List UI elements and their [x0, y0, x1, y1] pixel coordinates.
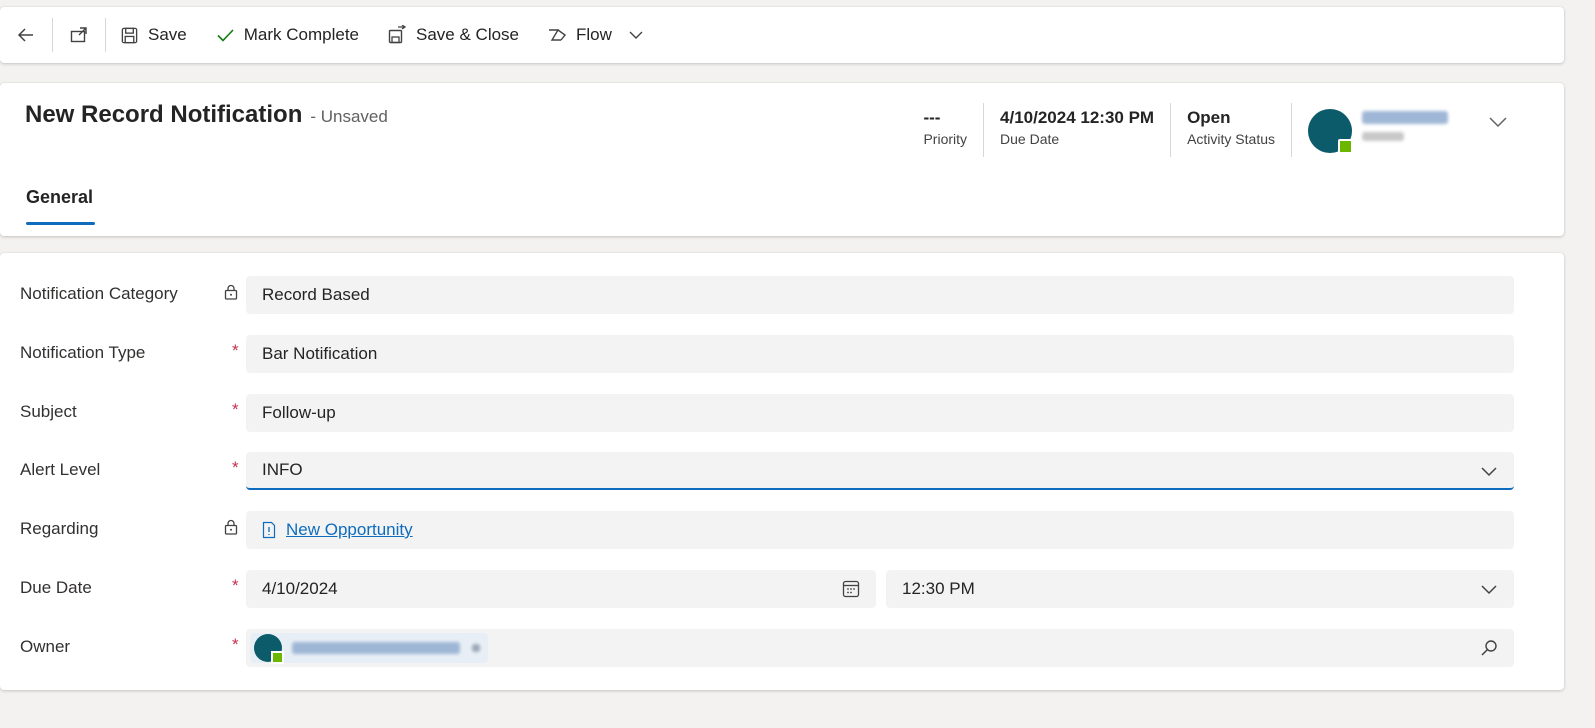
open-in-new-window-icon [70, 27, 87, 43]
save-and-close-label: Save & Close [416, 25, 520, 44]
save-close-icon [388, 25, 407, 44]
alert-level-label: Alert Level [20, 460, 101, 479]
due-date-row: Due Date * 4/10/2024 12:30 PM [0, 570, 1564, 610]
required-indicator: * [232, 400, 239, 419]
save-label: Save [148, 25, 187, 44]
owner-label: Owner [20, 637, 71, 656]
activity-status-value: Open [1187, 108, 1231, 127]
opportunity-entity-icon [262, 521, 276, 539]
due-date-value: 4/10/2024 [262, 579, 338, 598]
header-field-owner[interactable] [1291, 103, 1524, 157]
owner-name-redacted[interactable] [1362, 109, 1448, 141]
remove-owner-icon[interactable] [472, 644, 480, 652]
expand-header-chevron-icon[interactable] [1488, 115, 1508, 129]
owner-chip[interactable] [250, 633, 488, 664]
regarding-row: Regarding New Opportunity [0, 511, 1564, 551]
back-button[interactable] [0, 7, 52, 63]
tab-general[interactable]: General [26, 187, 93, 208]
notification-category-field: Record Based [246, 276, 1514, 314]
lock-icon [224, 519, 238, 535]
header-field-due-date: 4/10/2024 12:30 PM Due Date [983, 103, 1170, 157]
save-icon [121, 27, 138, 43]
notification-category-label: Notification Category [20, 284, 178, 303]
presence-available-icon [271, 651, 284, 664]
back-arrow-icon [17, 28, 33, 42]
subject-row: Subject * Follow-up [0, 394, 1564, 434]
regarding-link[interactable]: New Opportunity [286, 520, 413, 540]
save-button[interactable]: Save [106, 7, 201, 63]
owner-name-redacted[interactable] [292, 642, 460, 654]
required-indicator: * [232, 341, 239, 360]
alert-level-row: Alert Level * INFO [0, 452, 1564, 492]
subject-input[interactable]: Follow-up [246, 394, 1514, 432]
record-header: New Record Notification - Unsaved --- Pr… [0, 83, 1564, 236]
calendar-icon[interactable] [842, 580, 860, 598]
alert-level-value: INFO [262, 460, 303, 479]
chevron-down-icon [1481, 585, 1497, 595]
notification-type-field[interactable]: Bar Notification [246, 335, 1514, 373]
owner-row: Owner * [0, 629, 1564, 669]
alert-level-select[interactable]: INFO [246, 452, 1514, 490]
command-bar: Save Mark Complete Save & Close Flow [0, 7, 1564, 63]
mark-complete-button[interactable]: Mark Complete [201, 7, 373, 63]
flow-label: Flow [576, 25, 612, 44]
flow-icon [549, 29, 567, 41]
regarding-field: New Opportunity [246, 511, 1514, 549]
save-status: - Unsaved [310, 107, 388, 126]
priority-value: --- [923, 108, 941, 127]
header-field-priority: --- Priority [907, 103, 983, 157]
priority-label: Priority [923, 131, 968, 147]
mark-complete-label: Mark Complete [243, 25, 360, 44]
subject-value: Follow-up [262, 403, 336, 422]
notification-type-row: Notification Type * Bar Notification [0, 335, 1564, 375]
due-date-input[interactable]: 4/10/2024 [246, 570, 876, 608]
due-time-select[interactable]: 12:30 PM [886, 570, 1514, 608]
tab-selected-indicator [26, 222, 95, 225]
chevron-down-icon[interactable] [628, 27, 644, 43]
due-time-value: 12:30 PM [902, 579, 975, 598]
page-title: New Record Notification [25, 101, 303, 128]
owner-lookup[interactable] [246, 629, 1514, 667]
regarding-label: Regarding [20, 519, 99, 538]
owner-avatar [254, 634, 284, 664]
required-indicator: * [232, 458, 239, 477]
activity-status-label: Activity Status [1187, 131, 1275, 147]
flow-button[interactable]: Flow [533, 7, 658, 63]
header-fields: --- Priority 4/10/2024 12:30 PM Due Date… [907, 103, 1524, 157]
due-date-value: 4/10/2024 12:30 PM [1000, 108, 1155, 127]
notification-category-row: Notification Category Record Based [0, 276, 1564, 316]
general-form: Notification Category Record Based Notif… [0, 253, 1564, 690]
chevron-down-icon [1481, 467, 1497, 477]
notification-type-label: Notification Type [20, 343, 146, 362]
due-date-label: Due Date [1000, 131, 1060, 147]
notification-type-value: Bar Notification [262, 344, 378, 363]
owner-avatar [1308, 109, 1353, 154]
save-and-close-button[interactable]: Save & Close [373, 7, 533, 63]
checkmark-icon [217, 29, 234, 42]
notification-category-value: Record Based [262, 285, 370, 304]
subject-label: Subject [20, 402, 77, 421]
presence-available-icon [1338, 139, 1353, 154]
header-field-activity-status: Open Activity Status [1170, 103, 1291, 157]
due-date-label: Due Date [20, 578, 92, 597]
lock-icon [224, 284, 238, 300]
open-new-window-button[interactable] [53, 7, 105, 63]
required-indicator: * [232, 576, 239, 595]
required-indicator: * [232, 635, 239, 654]
search-icon[interactable] [1480, 639, 1498, 657]
